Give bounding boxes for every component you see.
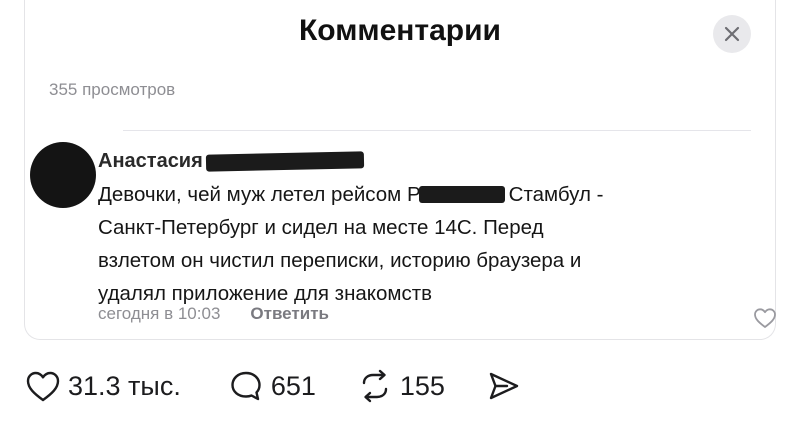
avatar[interactable] (30, 142, 96, 208)
post-actions-bar: 31.3 тыс. 651 155 (24, 364, 521, 408)
reply-button[interactable]: Ответить (250, 304, 329, 324)
comment-author[interactable]: Анастасия (98, 150, 203, 173)
comments-count: 651 (270, 370, 316, 401)
divider (123, 130, 751, 131)
views-count: 355 просмотров (49, 80, 176, 99)
comment-author-row: Анастасия (98, 150, 364, 173)
comment-like-button[interactable] (752, 306, 778, 335)
share-button[interactable] (487, 370, 521, 402)
heart-icon (26, 371, 60, 402)
close-icon (724, 26, 740, 42)
comment-meta: сегодня в 10:03 Ответить (98, 304, 329, 324)
send-icon (489, 372, 519, 400)
close-button[interactable] (713, 15, 751, 53)
comment-line: Санкт-Петербург и сидел на месте 14С. Пе… (98, 216, 544, 239)
comment-timestamp: сегодня в 10:03 (98, 304, 221, 323)
sheet-title: Комментарии (298, 14, 502, 47)
redaction-mark (418, 186, 505, 203)
repost-icon (362, 369, 388, 403)
reposts-count: 155 (399, 370, 445, 401)
likes-count: 31.3 тыс. (68, 370, 181, 401)
like-button[interactable]: 31.3 тыс. (24, 368, 181, 404)
comment-line: Девочки, чей муж летел рейсом Р Стамбул - (98, 183, 604, 206)
comment-bubble-icon (231, 371, 261, 401)
repost-button[interactable]: 155 (356, 369, 445, 403)
comment-line: взлетом он чистил переписки, историю бра… (98, 249, 582, 272)
comment-text: Девочки, чей муж летел рейсом Р Стамбул -… (98, 178, 738, 310)
comments-button[interactable]: 651 (229, 369, 316, 403)
heart-icon (754, 308, 776, 328)
redaction-mark (205, 151, 364, 172)
